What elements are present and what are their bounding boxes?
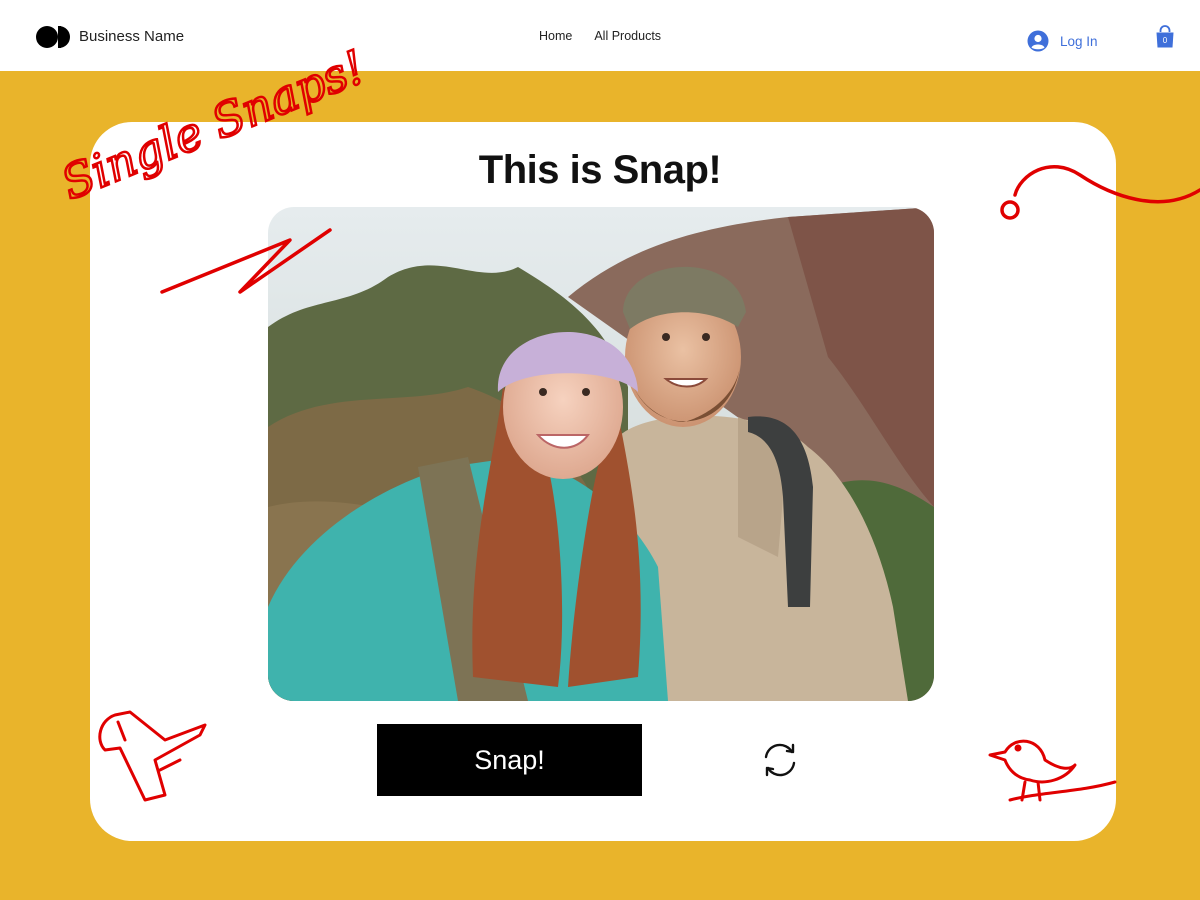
main-nav: Home All Products [539,29,661,43]
shopping-bag-icon[interactable]: 0 [1155,25,1175,49]
camera-preview [268,207,934,701]
site-header: Business Name Home All Products Log In 0 [0,0,1200,71]
nav-item-all-products[interactable]: All Products [594,29,661,43]
selfie-photo [268,207,934,701]
login-button[interactable]: Log In [1027,30,1098,52]
snap-button[interactable]: Snap! [377,724,642,796]
user-avatar-icon [1027,30,1049,52]
cart-count: 0 [1163,36,1168,45]
brand-name[interactable]: Business Name [79,28,184,45]
refresh-icon[interactable] [760,740,800,780]
page-title: This is Snap! [478,148,722,192]
logo-icon[interactable] [36,25,72,49]
nav-item-home[interactable]: Home [539,29,572,43]
login-label: Log In [1060,33,1098,49]
